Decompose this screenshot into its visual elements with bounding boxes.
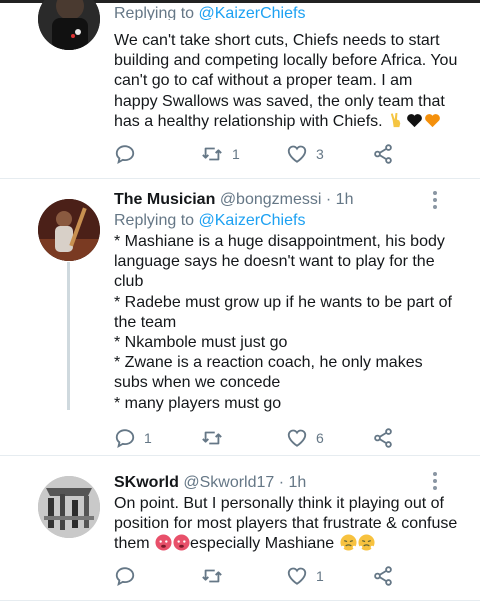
replying-to-line: Replying to @KaizerChiefs: [114, 211, 460, 231]
tweet-card[interactable]: The Musician @bongzmessi · 1h Replying t…: [0, 179, 480, 455]
avatar[interactable]: [38, 476, 100, 538]
replying-to-line: Replying to @KaizerChiefs: [114, 4, 460, 20]
reply-icon: [115, 145, 135, 165]
victory-hand-emoji: [390, 112, 401, 127]
like-button[interactable]: 6: [286, 426, 324, 450]
retweet-icon: [202, 147, 222, 161]
timestamp[interactable]: 1h: [336, 191, 354, 208]
tweet-header: SKworld @Skworld17 · 1h: [114, 473, 460, 493]
display-name[interactable]: The Musician: [114, 191, 215, 208]
replying-to-label: Replying to: [114, 5, 195, 20]
reply-button[interactable]: [114, 142, 144, 166]
avatar-image: [38, 0, 100, 50]
reply-button[interactable]: 1: [114, 426, 152, 450]
avatar-image: [38, 476, 100, 538]
tweet-text-tail: especially Mashiane: [190, 535, 335, 553]
tweet-text-line: * Zwane is a reaction coach, he only mak…: [114, 354, 423, 392]
separator-dot: ·: [278, 474, 285, 491]
tweet-actions: 1 6: [0, 426, 480, 450]
share-icon: [374, 144, 392, 164]
tweet-text: On point. But I personally think it play…: [114, 494, 460, 555]
heart-icon: [287, 429, 307, 447]
heart-icon: [287, 145, 307, 163]
hot-face-emoji: [173, 534, 190, 551]
share-icon: [374, 566, 392, 586]
separator-dot: ·: [325, 191, 332, 208]
retweet-button[interactable]: [200, 426, 232, 450]
tweet-text-line: * many players must go: [114, 394, 282, 412]
tweet-text-line: * Radebe must grow up if he wants to be …: [114, 293, 452, 331]
share-button[interactable]: [372, 564, 394, 588]
share-button[interactable]: [372, 426, 394, 450]
mention-link[interactable]: @KaizerChiefs: [199, 212, 306, 229]
tweet-text-line: * Mashiane is a huge disappointment, his…: [114, 233, 445, 291]
avatar[interactable]: [38, 199, 100, 261]
tweet-actions: 1: [0, 564, 480, 588]
avatar-image: [38, 199, 100, 261]
avatar[interactable]: [38, 0, 100, 50]
retweet-count: 1: [232, 146, 240, 162]
user-handle[interactable]: @Skworld17: [183, 474, 274, 491]
black-heart-emoji: [407, 113, 422, 127]
reply-icon: [115, 429, 135, 449]
like-count: 6: [316, 430, 324, 446]
retweet-button[interactable]: [200, 564, 232, 588]
share-button[interactable]: [372, 142, 394, 166]
mention-link[interactable]: @KaizerChiefs: [199, 5, 306, 20]
replying-to-label: Replying to: [114, 212, 195, 229]
divider: [0, 600, 480, 601]
like-count: 1: [316, 568, 324, 584]
retweet-button[interactable]: 1: [200, 142, 240, 166]
reply-button[interactable]: [114, 564, 144, 588]
share-icon: [374, 428, 392, 448]
retweet-icon: [202, 431, 222, 445]
timestamp[interactable]: 1h: [289, 474, 307, 491]
user-handle[interactable]: @bongzmessi: [220, 191, 322, 208]
tweet-header: The Musician @bongzmessi · 1h: [114, 190, 460, 210]
like-count: 3: [316, 146, 324, 162]
heart-icon: [287, 567, 307, 585]
display-name[interactable]: SKworld: [114, 474, 179, 491]
like-button[interactable]: 3: [286, 142, 324, 166]
reply-icon: [115, 567, 135, 587]
tweet-text: We can't take short cuts, Chiefs needs t…: [114, 31, 460, 132]
tweet-text-line: * Nkambole must just go: [114, 334, 288, 352]
tweet-actions: 1 3: [0, 142, 480, 166]
retweet-icon: [202, 569, 222, 583]
orange-heart-emoji: [425, 113, 440, 127]
tweet-text: * Mashiane is a huge disappointment, his…: [114, 232, 460, 414]
face-with-steam-emoji: [358, 534, 375, 551]
hot-face-emoji: [155, 534, 172, 551]
face-with-steam-emoji: [340, 534, 357, 551]
reply-count: 1: [144, 430, 152, 446]
like-button[interactable]: 1: [286, 564, 324, 588]
